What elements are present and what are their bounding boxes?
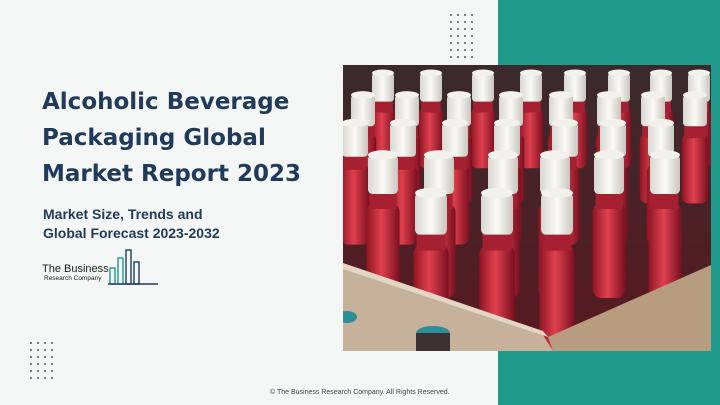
decorative-dot [37,377,39,379]
decorative-dot [51,370,53,372]
decorative-dot [450,56,452,58]
decorative-dot [44,363,46,365]
decorative-dot [450,49,452,51]
wine-bottle [343,118,370,245]
decorative-dot [457,21,459,23]
decorative-dot-grid-bottom [30,342,53,379]
decorative-dot [464,14,466,16]
title-line-3: Market Report 2023 [42,161,301,187]
wine-bottle [681,91,709,204]
decorative-dot [464,42,466,44]
decorative-dot [44,356,46,358]
company-logo: The Business Research Company [42,248,162,288]
decorative-dot [450,28,452,30]
wine-bottle [648,150,682,298]
decorative-dot [44,342,46,344]
decorative-dot [464,21,466,23]
decorative-dot [30,377,32,379]
decorative-dot [471,28,473,30]
decorative-dot [37,349,39,351]
decorative-dot [44,349,46,351]
decorative-dot [51,363,53,365]
decorative-dot [51,377,53,379]
decorative-dot [450,42,452,44]
decorative-dot [471,35,473,37]
decorative-dot [51,349,53,351]
copyright-footer: © The Business Research Company. All Rig… [270,389,450,396]
logo-wordmark: The Business Research Company [42,263,109,283]
decorative-dot [30,349,32,351]
decorative-dot [464,49,466,51]
decorative-dot [450,21,452,23]
decorative-dot [471,49,473,51]
decorative-dot [457,35,459,37]
report-subtitle: Market Size, Trends and Global Forecast … [43,205,283,243]
decorative-dot [44,377,46,379]
decorative-dot [450,35,452,37]
decorative-dot [471,14,473,16]
decorative-dot [30,342,32,344]
logo-line-1: The Business [42,263,109,275]
decorative-dot [37,363,39,365]
decorative-dot [51,356,53,358]
decorative-dot-grid-top [450,14,473,58]
decorative-dot [44,370,46,372]
decorative-dot [37,356,39,358]
decorative-dot [471,21,473,23]
decorative-dot [51,342,53,344]
logo-line-2: Research Company [44,275,102,282]
bar-chart-logo-icon [108,249,158,285]
decorative-dot [464,28,466,30]
decorative-dot [471,42,473,44]
decorative-dot [450,14,452,16]
decorative-dot [471,56,473,58]
decorative-dot [37,370,39,372]
decorative-dot [37,342,39,344]
decorative-dot [464,56,466,58]
subtitle-line-2: Global Forecast 2023-2032 [43,225,220,241]
wine-bottle [592,150,626,298]
decorative-dot [457,28,459,30]
decorative-dot [30,363,32,365]
decorative-dot [457,42,459,44]
decorative-dot [30,356,32,358]
wine-bottles-image [343,65,711,351]
decorative-dot [457,49,459,51]
report-title: Alcoholic Beverage Packaging Global Mark… [42,84,342,192]
title-line-1: Alcoholic Beverage [42,89,290,115]
decorative-dot [30,370,32,372]
decorative-dot [457,14,459,16]
subtitle-line-1: Market Size, Trends and [43,206,203,222]
wine-bottle [539,187,575,351]
decorative-dot [464,35,466,37]
title-line-2: Packaging Global [42,125,266,151]
decorative-dot [457,56,459,58]
